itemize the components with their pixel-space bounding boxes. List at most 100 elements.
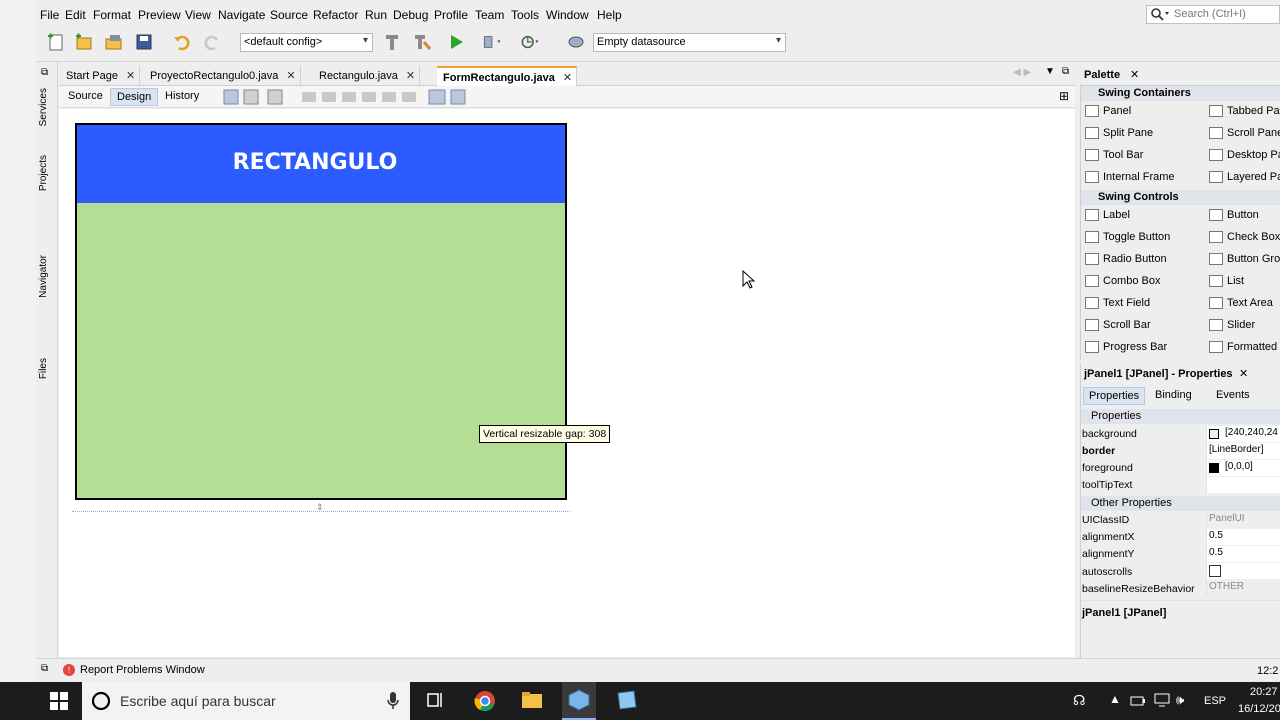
- palette-item-label[interactable]: Label: [1083, 209, 1130, 221]
- run-icon[interactable]: [446, 32, 466, 52]
- task-view-icon[interactable]: [426, 691, 446, 709]
- redo-icon[interactable]: [202, 32, 222, 52]
- build-icon[interactable]: [382, 32, 402, 52]
- palette-item-button-group[interactable]: Button Grou: [1207, 253, 1280, 265]
- tab-proyecto-rectangulo0[interactable]: ProyectoRectangulo0.java ✕: [144, 66, 301, 86]
- close-icon[interactable]: ✕: [1130, 68, 1139, 81]
- close-icon[interactable]: ✕: [406, 70, 415, 82]
- side-tab-navigator[interactable]: Navigator: [38, 255, 49, 298]
- autoscrolls-checkbox[interactable]: [1209, 565, 1221, 577]
- palette-item-tabbed-pane[interactable]: Tabbed Pan: [1207, 105, 1280, 117]
- close-icon[interactable]: ✕: [563, 72, 572, 84]
- menu-edit[interactable]: Edit: [65, 8, 86, 22]
- palette-item-check-box[interactable]: Check Box: [1207, 231, 1280, 243]
- palette-item-text-field[interactable]: Text Field: [1083, 297, 1150, 309]
- palette-item-slider[interactable]: Slider: [1207, 319, 1255, 331]
- menu-navigate[interactable]: Navigate: [218, 8, 265, 22]
- menu-file[interactable]: File: [40, 8, 59, 22]
- palette-item-panel[interactable]: Panel: [1083, 105, 1131, 117]
- chevron-up-icon[interactable]: ▲: [1109, 692, 1121, 706]
- report-problems-link[interactable]: Report Problems Window: [80, 664, 205, 676]
- people-icon[interactable]: ☊: [1073, 692, 1085, 709]
- menu-window[interactable]: Window: [546, 8, 589, 22]
- menu-format[interactable]: Format: [93, 8, 131, 22]
- palette-item-desktop-pane[interactable]: Desktop Pa: [1207, 149, 1280, 161]
- network-icon[interactable]: [1154, 693, 1170, 707]
- side-tab-services[interactable]: Services: [38, 88, 49, 126]
- config-select[interactable]: <default config> ▾: [240, 33, 373, 52]
- view-design-tab[interactable]: Design: [110, 88, 159, 106]
- prop-tab-events[interactable]: Events: [1211, 387, 1255, 405]
- palette-item-text-area[interactable]: Text Area: [1207, 297, 1273, 309]
- windows-start-icon[interactable]: [50, 692, 68, 710]
- file-explorer-icon[interactable]: [521, 691, 543, 709]
- clock-time[interactable]: 20:27: [1250, 686, 1278, 698]
- open-project-icon[interactable]: [104, 32, 124, 52]
- view-history-tab[interactable]: History: [159, 88, 205, 106]
- restore-window-icon[interactable]: ⧉: [41, 67, 48, 78]
- clean-build-icon[interactable]: [412, 32, 432, 52]
- jpanel1-body[interactable]: [77, 203, 565, 498]
- prop-value-alignmentx[interactable]: 0.5: [1206, 529, 1280, 545]
- palette-section-containers[interactable]: Swing Containers: [1081, 86, 1280, 101]
- datasource-select[interactable]: Empty datasource ▾: [593, 33, 786, 52]
- palette-item-split-pane[interactable]: Split Pane: [1083, 127, 1153, 139]
- prop-section-properties[interactable]: Properties: [1081, 409, 1280, 424]
- prop-tab-properties[interactable]: Properties: [1083, 387, 1146, 405]
- palette-item-formatted-field[interactable]: Formatted F: [1207, 341, 1280, 353]
- close-icon[interactable]: ✕: [126, 70, 135, 82]
- battery-icon[interactable]: [1130, 695, 1146, 707]
- menu-help[interactable]: Help: [597, 8, 622, 22]
- datasource-icon[interactable]: [566, 32, 586, 52]
- palette-item-layered-pane[interactable]: Layered Pa: [1207, 171, 1280, 183]
- palette-section-controls[interactable]: Swing Controls: [1081, 190, 1280, 205]
- profile-icon[interactable]: [520, 32, 540, 52]
- undo-icon[interactable]: [172, 32, 192, 52]
- palette-item-list[interactable]: List: [1207, 275, 1244, 287]
- tab-list-icon[interactable]: ▼: [1045, 66, 1055, 77]
- palette-item-tool-bar[interactable]: Tool Bar: [1083, 149, 1143, 161]
- prop-value-alignmenty[interactable]: 0.5: [1206, 546, 1280, 562]
- side-tab-projects[interactable]: Projects: [38, 155, 49, 191]
- design-tools-icons[interactable]: [222, 88, 472, 106]
- close-icon[interactable]: ✕: [286, 70, 295, 82]
- palette-item-progress-bar[interactable]: Progress Bar: [1083, 341, 1167, 353]
- save-all-icon[interactable]: [134, 32, 154, 52]
- menu-debug[interactable]: Debug: [393, 8, 428, 22]
- cortana-icon[interactable]: [90, 690, 112, 712]
- prop-value-border[interactable]: [LineBorder]: [1206, 443, 1280, 459]
- microphone-icon[interactable]: [386, 691, 400, 711]
- palette-item-scroll-bar[interactable]: Scroll Bar: [1083, 319, 1151, 331]
- form-title-label[interactable]: RECTANGULO: [77, 150, 553, 175]
- debug-icon[interactable]: [482, 32, 502, 52]
- tab-form-rectangulo[interactable]: FormRectangulo.java ✕: [437, 66, 578, 86]
- taskbar-search-input[interactable]: Escribe aquí para buscar: [82, 682, 410, 720]
- new-project-icon[interactable]: [74, 32, 94, 52]
- menu-source[interactable]: Source: [270, 8, 308, 22]
- palette-item-scroll-pane[interactable]: Scroll Pane: [1207, 127, 1280, 139]
- language-indicator[interactable]: ESP: [1204, 695, 1226, 707]
- prop-value-tooltiptext[interactable]: [1206, 477, 1280, 493]
- tab-rectangulo[interactable]: Rectangulo.java ✕: [313, 66, 421, 86]
- resize-handle-icon[interactable]: ⇕: [316, 502, 324, 513]
- palette-item-toggle-button[interactable]: Toggle Button: [1083, 231, 1170, 243]
- palette-item-radio-button[interactable]: Radio Button: [1083, 253, 1167, 265]
- menu-view[interactable]: View: [185, 8, 211, 22]
- palette-item-combo-box[interactable]: Combo Box: [1083, 275, 1160, 287]
- prop-section-other[interactable]: Other Properties: [1081, 496, 1280, 511]
- error-icon[interactable]: !: [63, 664, 75, 676]
- volume-icon[interactable]: 🕪: [1176, 692, 1184, 708]
- menu-profile[interactable]: Profile: [434, 8, 468, 22]
- prop-tab-binding[interactable]: Binding: [1150, 387, 1197, 405]
- new-file-icon[interactable]: [46, 32, 66, 52]
- chrome-icon[interactable]: [474, 690, 496, 712]
- clock-date[interactable]: 16/12/20: [1238, 703, 1280, 715]
- side-tab-files[interactable]: Files: [38, 358, 49, 379]
- restore-window-icon[interactable]: ⧉: [1062, 66, 1069, 77]
- palette-item-internal-frame[interactable]: Internal Frame: [1083, 171, 1175, 183]
- restore-window-icon[interactable]: ⧉: [41, 663, 48, 674]
- menu-tools[interactable]: Tools: [511, 8, 539, 22]
- menu-team[interactable]: Team: [475, 8, 504, 22]
- menu-refactor[interactable]: Refactor: [313, 8, 358, 22]
- menu-preview[interactable]: Preview: [138, 8, 181, 22]
